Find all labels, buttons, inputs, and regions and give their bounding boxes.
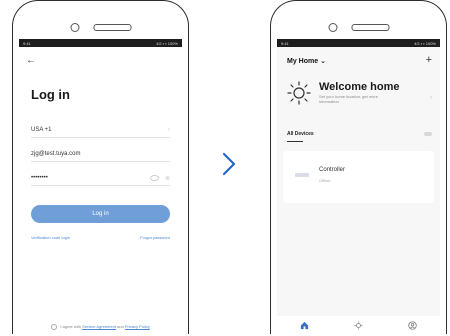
devices-header: All Devices [287, 131, 432, 137]
device-card[interactable]: Controller Offline [283, 151, 434, 203]
eye-icon[interactable] [150, 174, 160, 181]
login-screen: 9:41 4G ▪ ▪ 100% ← Log in USA +1 › zjg@t… [19, 39, 182, 334]
more-icon[interactable] [424, 132, 432, 136]
login-links: Verification code login Forgot password [31, 235, 170, 240]
status-bar: 9:41 4G ▪ ▪ 100% [277, 39, 440, 47]
email-field[interactable]: zjg@test.tuya.com [31, 147, 170, 162]
home-header: My Home ⌄ + [287, 55, 432, 66]
device-name: Controller [319, 167, 346, 173]
device-icon [295, 173, 309, 177]
scene-icon[interactable] [354, 320, 363, 330]
login-phone-frame: 9:41 4G ▪ ▪ 100% ← Log in USA +1 › zjg@t… [12, 0, 189, 334]
status-time: 9:41 [23, 40, 31, 46]
home-phone-frame: 9:41 4G ▪ ▪ 100% My Home ⌄ + Welcome hom… [270, 0, 447, 334]
back-arrow-icon[interactable]: ← [26, 55, 36, 66]
status-indicators: 4G ▪ ▪ 100% [156, 40, 178, 46]
tab-underline [287, 141, 303, 142]
add-icon[interactable]: + [426, 55, 432, 66]
chevron-right-icon [222, 152, 236, 176]
sun-icon [287, 81, 311, 105]
password-field[interactable]: •••••••• ⊗ [31, 171, 170, 186]
status-indicators: 4G ▪ ▪ 100% [414, 40, 436, 46]
agreement-and: and [117, 324, 124, 330]
camera-icon [328, 23, 337, 32]
bottom-tab-bar [277, 316, 440, 334]
welcome-subtitle: Set your home location, get more informa… [319, 94, 378, 104]
country-value: USA +1 [31, 127, 52, 133]
status-bar: 9:41 4G ▪ ▪ 100% [19, 39, 182, 47]
chevron-right-icon: › [430, 95, 432, 101]
speaker-slot [351, 24, 389, 31]
tab-all-devices[interactable]: All Devices [287, 131, 314, 137]
agreement-checkbox[interactable] [51, 324, 58, 330]
phone-speaker [70, 23, 131, 32]
service-agreement-link[interactable]: Service Agreement [82, 324, 116, 329]
welcome-banner[interactable]: Welcome home Set your home location, get… [287, 81, 432, 105]
login-button[interactable]: Log in [31, 205, 170, 223]
me-icon[interactable] [408, 320, 417, 330]
agreement-line: I agree with Service Agreement and Priva… [19, 324, 182, 330]
home-screen: 9:41 4G ▪ ▪ 100% My Home ⌄ + Welcome hom… [277, 39, 440, 334]
welcome-text: Welcome home Set your home location, get… [319, 81, 400, 104]
password-value: •••••••• [31, 175, 48, 181]
page-title: Log in [31, 87, 70, 102]
status-time: 9:41 [281, 40, 289, 46]
device-status: Offline [319, 178, 331, 183]
camera-icon [70, 23, 79, 32]
email-value: zjg@test.tuya.com [31, 151, 81, 157]
chevron-right-icon: › [168, 127, 170, 133]
agreement-prefix: I agree with [60, 324, 82, 330]
forgot-password-link[interactable]: Forgot password [140, 235, 170, 240]
welcome-title: Welcome home [319, 81, 400, 93]
home-icon[interactable] [300, 321, 309, 330]
chevron-down-icon: ⌄ [320, 57, 326, 65]
clear-icon[interactable]: ⊗ [165, 176, 170, 182]
phone-speaker [328, 23, 389, 32]
privacy-policy-link[interactable]: Privacy Policy [125, 324, 150, 329]
speaker-slot [93, 24, 131, 31]
home-name: My Home [287, 57, 319, 65]
verification-code-link[interactable]: Verification code login [31, 235, 70, 240]
country-selector[interactable]: USA +1 › [31, 123, 170, 138]
home-selector[interactable]: My Home ⌄ [287, 57, 326, 65]
